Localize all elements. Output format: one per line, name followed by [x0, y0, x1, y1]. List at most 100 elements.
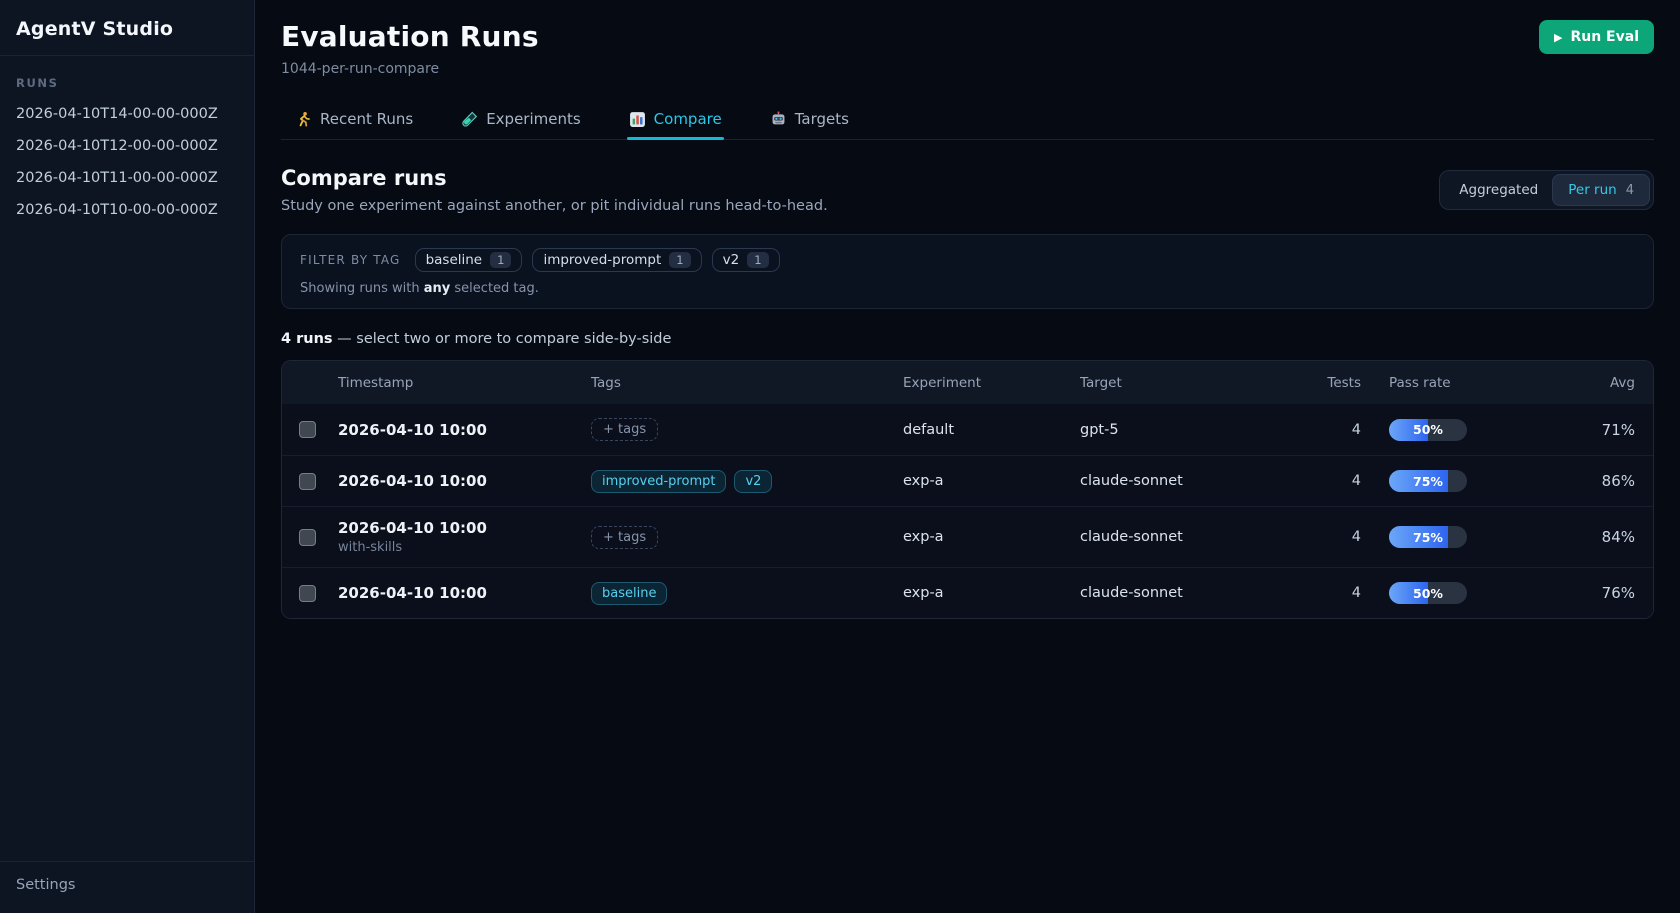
selection-hint-count: 4 runs	[281, 331, 333, 347]
tags-cell: + tags	[591, 418, 903, 441]
column-header-target: Target	[1080, 375, 1257, 391]
pass-rate-cell: 50%	[1361, 419, 1561, 441]
column-header-avg: Avg	[1561, 375, 1635, 391]
tag-chip-improved-prompt[interactable]: improved-prompt	[591, 470, 726, 493]
view-toggle-count: 4	[1626, 183, 1634, 198]
sidebar-spacer	[0, 226, 254, 861]
tab-targets[interactable]: Targets	[768, 101, 851, 139]
tests-cell: 4	[1257, 529, 1361, 545]
table-row[interactable]: 2026-04-10 10:00baselineexp-aclaude-sonn…	[282, 567, 1653, 618]
run-eval-button[interactable]: ▶ Run Eval	[1539, 20, 1654, 54]
timestamp-cell: 2026-04-10 10:00	[338, 472, 591, 490]
filter-tag-improved-prompt[interactable]: improved-prompt1	[532, 248, 701, 272]
tab-label: Targets	[795, 110, 849, 128]
tab-bar: Recent Runs Experiments Compare Targets	[281, 101, 1654, 140]
settings-link[interactable]: Settings	[0, 861, 254, 913]
checkbox-cell	[282, 473, 338, 490]
row-checkbox[interactable]	[299, 473, 316, 490]
table-body: 2026-04-10 10:00+ tagsdefaultgpt-5450%71…	[282, 404, 1653, 618]
column-header-tests: Tests	[1257, 375, 1361, 391]
timestamp-cell: 2026-04-10 10:00	[338, 421, 591, 439]
pass-rate-pill: 75%	[1389, 470, 1467, 492]
filter-tag-count: 1	[669, 252, 690, 268]
filter-panel: FILTER BY TAG baseline1improved-prompt1v…	[281, 234, 1654, 309]
tag-chip-baseline[interactable]: baseline	[591, 582, 667, 605]
run-list: 2026-04-10T14-00-00-000Z2026-04-10T12-00…	[0, 98, 254, 226]
app-title: AgentV Studio	[0, 0, 254, 56]
add-tags-button[interactable]: + tags	[591, 526, 658, 549]
tests-cell: 4	[1257, 422, 1361, 438]
sidebar-item-run[interactable]: 2026-04-10T11-00-00-000Z	[0, 162, 254, 194]
view-mode-toggle: Aggregated Per run 4	[1439, 170, 1654, 210]
timestamp-cell: 2026-04-10 10:00 with-skills	[338, 519, 591, 555]
tab-compare[interactable]: Compare	[627, 101, 724, 139]
runs-table: TimestampTagsExperimentTargetTestsPass r…	[281, 360, 1654, 619]
view-toggle-label: Per run	[1568, 182, 1616, 198]
filter-tag-label: baseline	[426, 252, 483, 268]
row-checkbox[interactable]	[299, 585, 316, 602]
add-tags-button[interactable]: + tags	[591, 418, 658, 441]
row-label: with-skills	[338, 540, 591, 555]
bar-chart-icon	[629, 111, 646, 128]
sidebar-item-run[interactable]: 2026-04-10T14-00-00-000Z	[0, 98, 254, 130]
table-row[interactable]: 2026-04-10 10:00+ tagsdefaultgpt-5450%71…	[282, 404, 1653, 455]
filter-tag-label: v2	[723, 252, 740, 268]
column-header-pass_rate: Pass rate	[1361, 375, 1561, 391]
row-timestamp: 2026-04-10 10:00	[338, 519, 591, 537]
tags-cell: baseline	[591, 582, 903, 605]
play-icon: ▶	[1554, 31, 1562, 44]
pass-rate-label: 75%	[1389, 526, 1467, 548]
page-title: Evaluation Runs	[281, 20, 539, 53]
filter-tag-count: 1	[490, 252, 511, 268]
tab-label: Recent Runs	[320, 110, 413, 128]
tag-chip-v2[interactable]: v2	[734, 470, 772, 493]
pass-rate-label: 50%	[1389, 419, 1467, 441]
tags-cell: + tags	[591, 526, 903, 549]
pass-rate-pill: 75%	[1389, 526, 1467, 548]
row-timestamp: 2026-04-10 10:00	[338, 472, 591, 490]
main-content: Evaluation Runs 1044-per-run-compare ▶ R…	[255, 0, 1680, 913]
pass-rate-pill: 50%	[1389, 419, 1467, 441]
checkbox-cell	[282, 585, 338, 602]
compare-description: Study one experiment against another, or…	[281, 198, 828, 214]
tab-label: Compare	[654, 110, 722, 128]
experiment-cell: exp-a	[903, 473, 1080, 489]
row-timestamp: 2026-04-10 10:00	[338, 584, 591, 602]
view-toggle-aggregated[interactable]: Aggregated	[1444, 175, 1553, 205]
robot-icon	[770, 111, 787, 128]
selection-hint-text: — select two or more to compare side-by-…	[333, 331, 672, 347]
sidebar-item-run[interactable]: 2026-04-10T12-00-00-000Z	[0, 130, 254, 162]
avg-cell: 86%	[1561, 472, 1635, 490]
experiment-cell: exp-a	[903, 529, 1080, 545]
experiment-cell: default	[903, 422, 1080, 438]
filter-label: FILTER BY TAG	[300, 253, 401, 267]
column-header-tags: Tags	[591, 375, 903, 391]
sidebar: AgentV Studio RUNS 2026-04-10T14-00-00-0…	[0, 0, 255, 913]
view-toggle-per-run[interactable]: Per run 4	[1553, 175, 1649, 205]
row-checkbox[interactable]	[299, 529, 316, 546]
view-toggle-label: Aggregated	[1459, 182, 1538, 198]
page-subtitle: 1044-per-run-compare	[281, 61, 539, 77]
column-header-experiment: Experiment	[903, 375, 1080, 391]
tab-recent-runs[interactable]: Recent Runs	[293, 101, 415, 139]
tags-cell: improved-prompt v2	[591, 470, 903, 493]
table-row[interactable]: 2026-04-10 10:00with-skills+ tagsexp-acl…	[282, 506, 1653, 567]
avg-cell: 71%	[1561, 421, 1635, 439]
filter-chip-list: baseline1improved-prompt1v21	[415, 248, 780, 272]
filter-tag-v2[interactable]: v2 1	[712, 248, 780, 272]
checkbox-cell	[282, 529, 338, 546]
pass-rate-label: 50%	[1389, 582, 1467, 604]
tab-experiments[interactable]: Experiments	[459, 101, 582, 139]
target-cell: claude-sonnet	[1080, 473, 1257, 489]
row-checkbox[interactable]	[299, 421, 316, 438]
sidebar-item-run[interactable]: 2026-04-10T10-00-00-000Z	[0, 194, 254, 226]
avg-cell: 76%	[1561, 584, 1635, 602]
app-root: AgentV Studio RUNS 2026-04-10T14-00-00-0…	[0, 0, 1680, 913]
filter-tag-count: 1	[747, 252, 768, 268]
table-row[interactable]: 2026-04-10 10:00improved-prompt v2 exp-acl…	[282, 455, 1653, 506]
tab-label: Experiments	[486, 110, 580, 128]
avg-cell: 84%	[1561, 528, 1635, 546]
row-timestamp: 2026-04-10 10:00	[338, 421, 591, 439]
checkbox-cell	[282, 421, 338, 438]
filter-tag-baseline[interactable]: baseline 1	[415, 248, 523, 272]
